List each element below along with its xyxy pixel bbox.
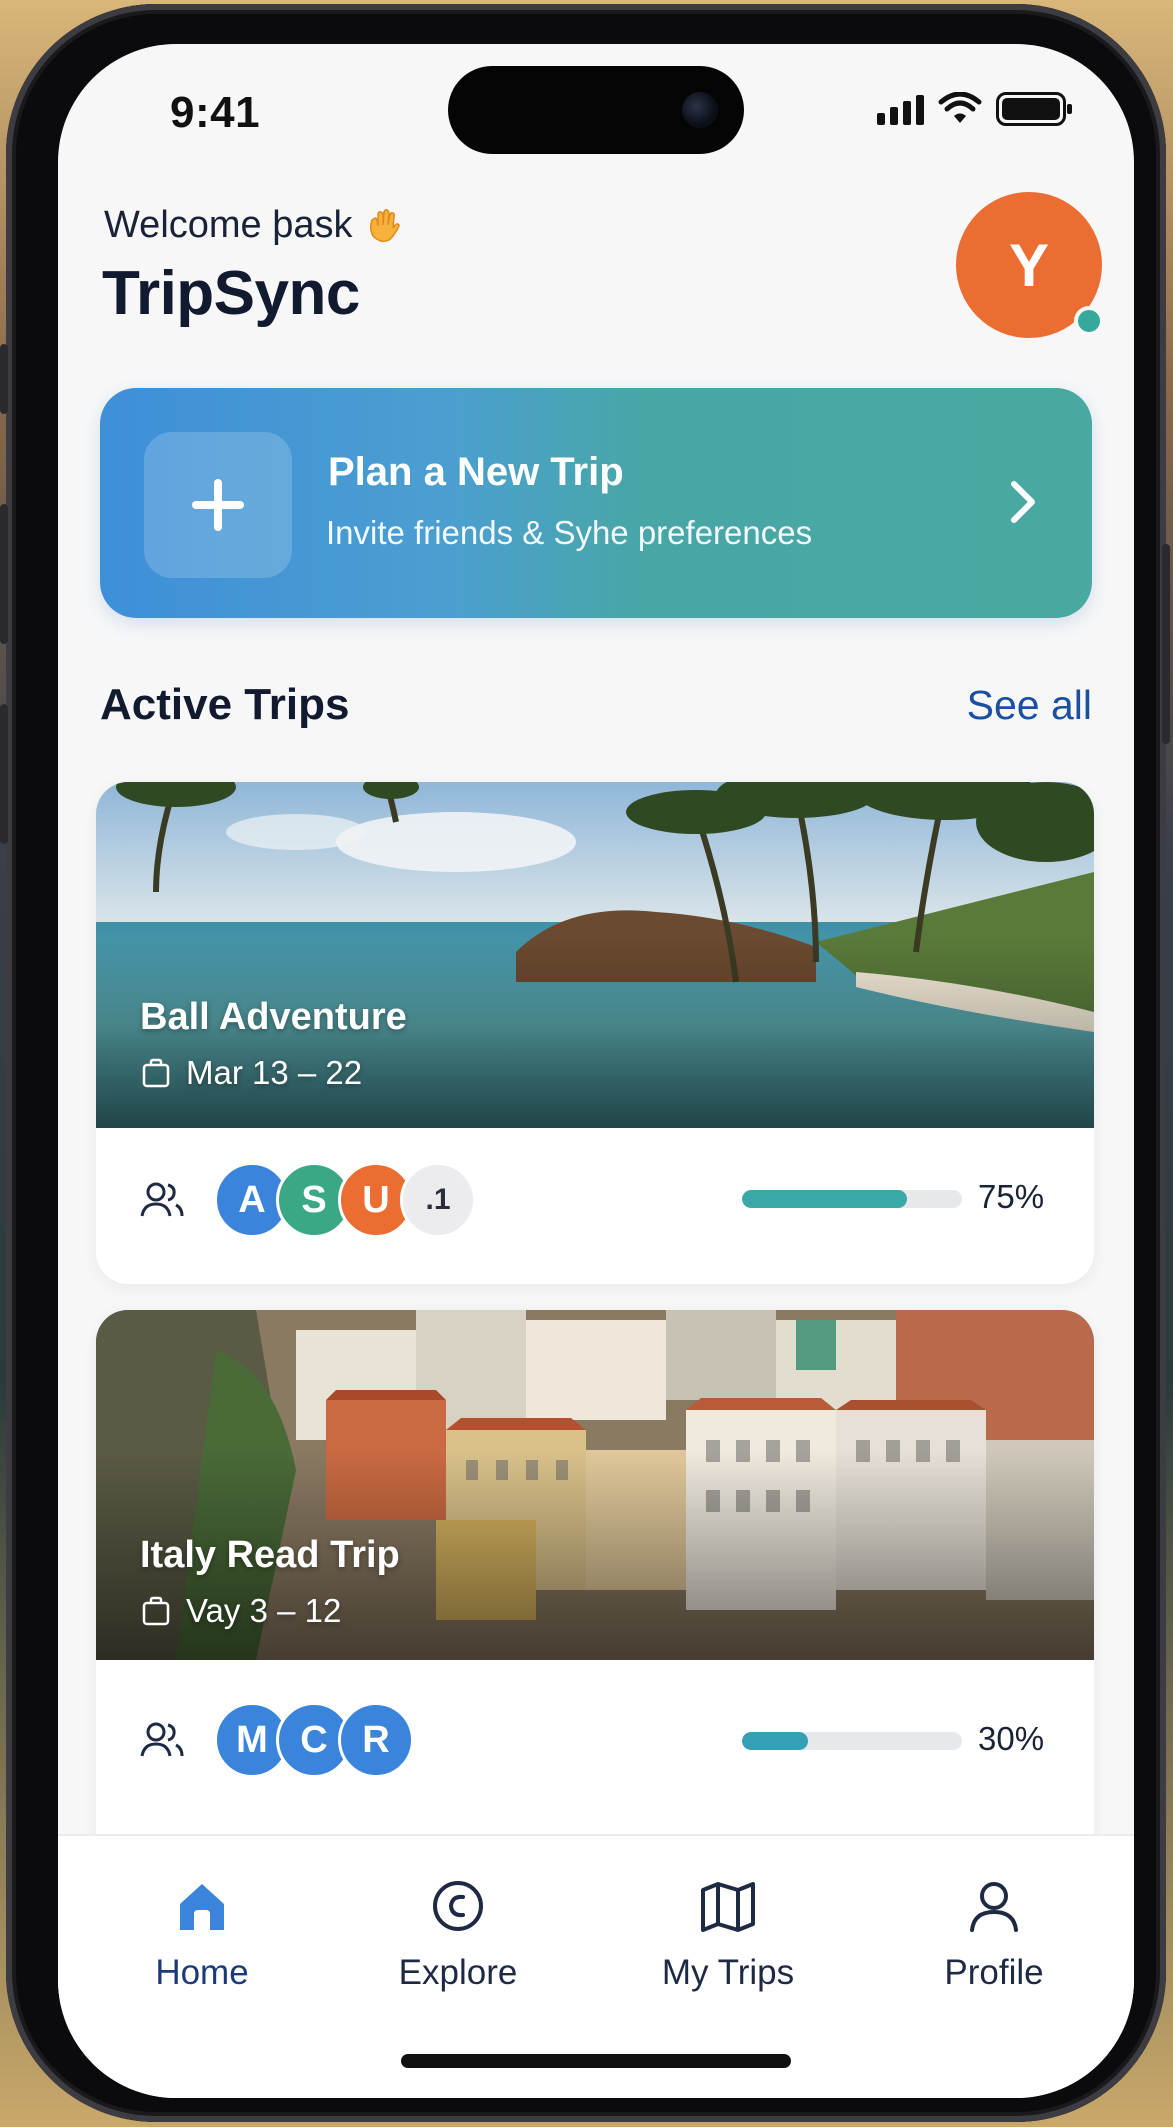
plan-card-subtitle: Invite friends & Syhe preferences — [326, 514, 813, 551]
compass-icon — [433, 1881, 483, 1931]
status-icons — [877, 92, 1072, 126]
active-trips-title: Active Trips — [100, 680, 350, 729]
tab-profile[interactable]: Profile — [894, 1878, 1094, 1993]
plus-icon — [192, 479, 244, 531]
waving-hand-icon — [369, 208, 400, 242]
home-icon — [180, 1884, 224, 1930]
dynamic-island — [448, 66, 744, 154]
chevron-right-icon — [1011, 481, 1035, 523]
trip-progress-fill — [742, 1190, 907, 1208]
trip-progress-bar — [742, 1732, 962, 1750]
phone-screen: 9:41 Welcome þask TripSync Y Plan a New … — [58, 44, 1134, 2098]
home-indicator[interactable] — [401, 2054, 791, 2068]
tab-label: Explore — [398, 1953, 518, 1992]
tab-label: Home — [155, 1953, 249, 1992]
app-title: TripSync — [102, 259, 360, 328]
wifi-icon — [938, 92, 982, 123]
trip-image-italy: Italy Read Trip Vay 3 – 12 — [96, 1310, 1094, 1660]
more-members-badge: .1 — [400, 1162, 476, 1238]
trip-dates-label: Mar 13 – 22 — [186, 1054, 363, 1091]
plan-new-trip-card[interactable]: Plan a New Trip Invite friends & Syhe pr… — [100, 388, 1092, 618]
power-button — [1162, 544, 1170, 744]
trip-name: Italy Read Trip — [140, 1534, 400, 1576]
tab-label: Profile — [944, 1953, 1044, 1992]
online-status-dot — [1074, 306, 1104, 336]
plan-card-title: Plan a New Trip — [328, 450, 624, 494]
tab-my-trips[interactable]: My Trips — [628, 1878, 828, 1993]
member-avatars: M C R — [214, 1702, 414, 1778]
people-icon — [140, 1722, 184, 1757]
trip-progress-label: 30% — [978, 1720, 1045, 1757]
status-time: 9:41 — [170, 88, 261, 137]
trip-dates: Vay 3 – 12 — [140, 1592, 341, 1630]
trip-progress-bar — [742, 1190, 962, 1208]
trip-progress-label: 75% — [978, 1178, 1045, 1215]
plus-icon-box — [144, 432, 292, 578]
welcome-text: Welcome þask — [104, 204, 403, 247]
trip-image-beach: Ball Adventure Mar 13 – 22 — [96, 782, 1094, 1128]
trip-card[interactable]: Ball Adventure Mar 13 – 22 A S U .1 75% — [96, 782, 1094, 1284]
calendar-bag-icon — [142, 1596, 170, 1626]
volume-up-button — [0, 504, 8, 644]
people-icon — [140, 1182, 184, 1217]
welcome-label: Welcome þask — [104, 204, 353, 246]
calendar-bag-icon — [142, 1058, 170, 1088]
volume-down-button — [0, 704, 8, 844]
user-icon — [970, 1882, 1018, 1932]
trip-footer: A S U .1 75% — [96, 1128, 1094, 1284]
camera-icon — [682, 92, 718, 128]
tab-label: My Trips — [661, 1953, 795, 1992]
trip-progress-fill — [742, 1732, 808, 1750]
trip-dates: Mar 13 – 22 — [140, 1054, 362, 1092]
action-button — [0, 344, 8, 414]
tab-home[interactable]: Home — [102, 1878, 302, 1993]
signal-icon — [877, 93, 924, 125]
member-avatar: R — [338, 1702, 414, 1778]
tab-explore[interactable]: Explore — [358, 1878, 558, 1993]
trip-card[interactable]: Italy Read Trip Vay 3 – 12 M C R 30% — [96, 1310, 1094, 1870]
trip-footer: M C R 30% — [96, 1660, 1094, 1820]
trip-name: Ball Adventure — [140, 996, 407, 1038]
map-icon — [701, 1882, 755, 1932]
battery-icon — [996, 92, 1072, 126]
see-all-link[interactable]: See all — [967, 682, 1092, 729]
member-avatars: A S U .1 — [214, 1162, 476, 1238]
trip-dates-label: Vay 3 – 12 — [186, 1592, 342, 1629]
